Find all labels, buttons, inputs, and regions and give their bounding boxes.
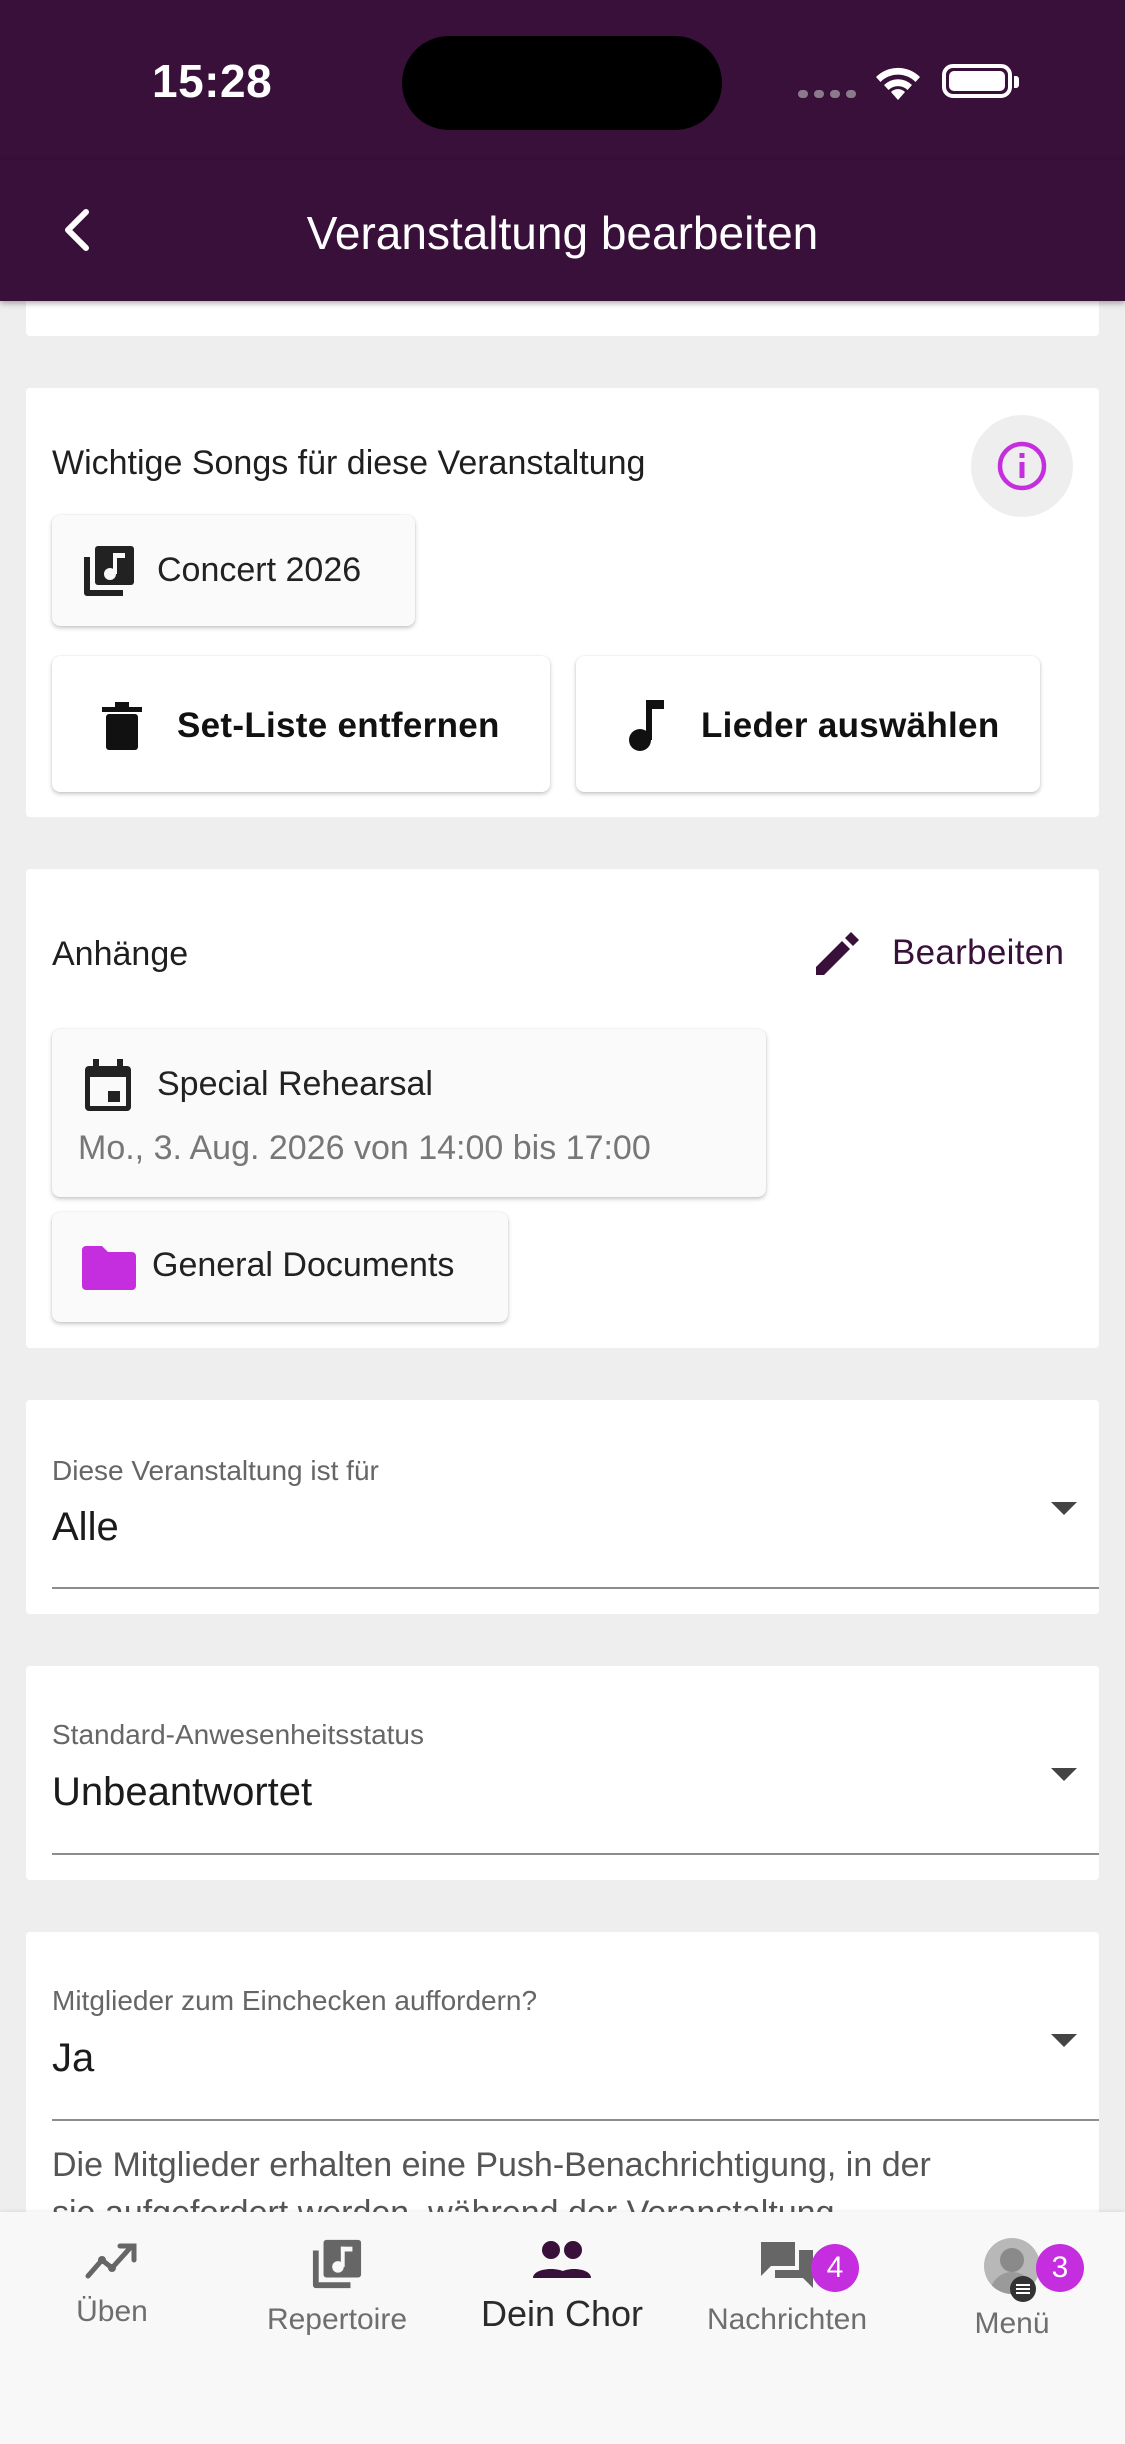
checkin-dropdown[interactable]: Mitglieder zum Einchecken auffordern? Ja: [52, 1932, 1099, 2124]
edit-attachments-button[interactable]: Bearbeiten: [786, 909, 1086, 993]
setlist-chip[interactable]: Concert 2026: [52, 515, 415, 626]
audience-label: Diese Veranstaltung ist für: [52, 1455, 379, 1486]
app-bar: Veranstaltung bearbeiten: [0, 160, 1125, 301]
folder-icon: [82, 1246, 136, 1290]
event-attachment-chip[interactable]: Special Rehearsal Mo., 3. Aug. 2026 von …: [52, 1029, 766, 1197]
group-icon: [533, 2241, 591, 2278]
nav-item-choir[interactable]: Dein Chor: [462, 2238, 662, 2335]
calendar-icon: [85, 1059, 131, 1111]
music-library-icon: [312, 2239, 362, 2289]
menu-icon: [1010, 2276, 1036, 2302]
edit-attachments-label: Bearbeiten: [892, 933, 1065, 972]
attendance-underline: [52, 1853, 1099, 1855]
trending-up-icon: [85, 2243, 137, 2279]
songs-card: Wichtige Songs für diese Veranstaltung C…: [26, 388, 1099, 817]
nav-label-menu: Menü: [974, 2307, 1050, 2340]
nav-label-choir: Dein Chor: [480, 2293, 644, 2334]
attendance-dropdown[interactable]: Standard-Anwesenheitsstatus Unbeantworte…: [52, 1666, 1099, 1858]
messages-badge: 4: [811, 2244, 859, 2292]
select-songs-label: Lieder auswählen: [701, 706, 1000, 745]
status-bar: 15:28: [0, 0, 1125, 160]
setlist-chip-label: Concert 2026: [157, 551, 362, 589]
folder-attachment-label: General Documents: [152, 1246, 455, 1284]
status-time: 15:28: [152, 55, 273, 107]
event-attachment-title: Special Rehearsal: [157, 1065, 433, 1103]
dynamic-island: [402, 36, 722, 130]
nav-item-messages[interactable]: Nachrichten 4: [687, 2238, 887, 2337]
remove-setlist-label: Set-Liste entfernen: [177, 706, 500, 745]
trash-icon: [102, 702, 142, 750]
nav-item-menu[interactable]: Menü 3: [912, 2238, 1112, 2341]
music-note-icon: [629, 700, 664, 751]
folder-attachment-chip[interactable]: General Documents: [52, 1212, 508, 1322]
checkin-value: Ja: [52, 2036, 95, 2080]
wifi-icon: [876, 67, 920, 100]
pencil-icon: [816, 932, 859, 975]
checkin-card: Mitglieder zum Einchecken auffordern? Ja…: [26, 1932, 1099, 2232]
audience-value: Alle: [52, 1505, 119, 1549]
nav-label-practice: Üben: [76, 2295, 148, 2328]
checkin-underline: [52, 2119, 1099, 2121]
event-attachment-subtitle: Mo., 3. Aug. 2026 von 14:00 bis 17:00: [78, 1129, 651, 1167]
attendance-card: Standard-Anwesenheitsstatus Unbeantworte…: [26, 1666, 1099, 1880]
attendance-value: Unbeantwortet: [52, 1770, 313, 1814]
remove-setlist-button[interactable]: Set-Liste entfernen: [52, 656, 550, 792]
nav-label-messages: Nachrichten: [706, 2303, 868, 2336]
select-songs-button[interactable]: Lieder auswählen: [576, 656, 1040, 792]
page-title: Veranstaltung bearbeiten: [306, 207, 819, 259]
attachments-title: Anhänge: [52, 935, 189, 973]
nav-item-repertoire[interactable]: Repertoire: [237, 2238, 437, 2337]
dropdown-arrow-icon: [1051, 2034, 1077, 2047]
audience-card: Diese Veranstaltung ist für Alle: [26, 1400, 1099, 1614]
bottom-navigation: Üben Repertoire Dein Chor Nachrichten 4: [0, 2212, 1125, 2444]
nav-label-repertoire: Repertoire: [266, 2303, 408, 2336]
attendance-label: Standard-Anwesenheitsstatus: [52, 1719, 424, 1750]
dropdown-arrow-icon: [1051, 1502, 1077, 1515]
songs-title: Wichtige Songs für diese Veranstaltung: [52, 444, 646, 482]
menu-badge: 3: [1036, 2244, 1084, 2292]
nav-item-practice[interactable]: Üben: [12, 2238, 212, 2329]
checkin-helper-text: Die Mitglieder erhalten eine Push-Benach…: [52, 2146, 931, 2184]
info-icon: [997, 441, 1047, 491]
battery-icon: [942, 64, 1019, 98]
music-library-icon: [84, 546, 134, 596]
audience-underline: [52, 1587, 1099, 1589]
attachments-card: Anhänge Bearbeiten Special Rehearsal Mo.…: [26, 869, 1099, 1348]
info-button[interactable]: [971, 415, 1073, 517]
chat-icon: [761, 2242, 813, 2288]
dropdown-arrow-icon: [1051, 1768, 1077, 1781]
audience-dropdown[interactable]: Diese Veranstaltung ist für Alle: [52, 1400, 1099, 1592]
checkin-label: Mitglieder zum Einchecken auffordern?: [52, 1985, 538, 2016]
